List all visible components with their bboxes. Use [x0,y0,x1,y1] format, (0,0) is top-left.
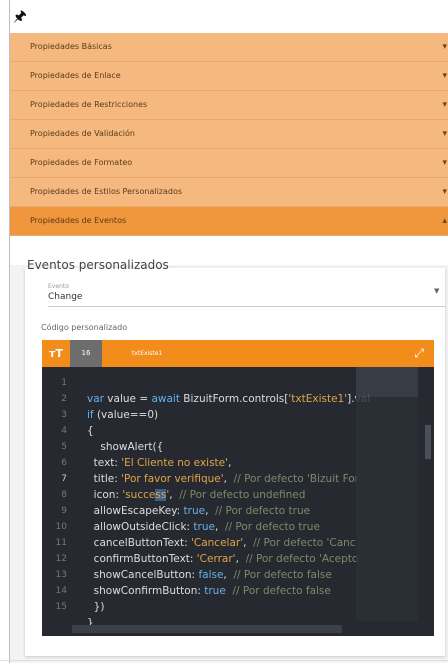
horizontal-scrollbar[interactable] [72,625,342,633]
code-line: 4 showAlert({ [42,407,163,453]
code-text: allowOutsideClick: true, // Por defecto … [87,521,320,533]
code-line: 9 allowOutsideClick: true, // Por defect… [42,487,320,533]
event-field-label: Evento [48,283,69,290]
code-line: 11 confirmButtonText: 'Cerrar', // Por d… [42,519,359,565]
code-text: showAlert({ [87,441,164,453]
chevron-down-icon: ▾ [442,187,447,197]
bottom-divider [0,660,448,661]
expand-icon[interactable]: ⤢ [414,340,424,367]
event-select[interactable]: Change [48,292,82,302]
code-text: allowEscapeKey: true, // Por defecto tru… [87,505,311,517]
chevron-up-icon: ▴ [442,216,447,226]
accordion-label: Propiedades de Estilos Personalizados [30,187,183,196]
code-line: 3 { [42,391,93,437]
code-text: cancelButtonText: 'Cancelar', // Por def… [87,537,356,549]
events-card-title: Eventos personalizados [27,258,169,272]
accordion-label: Propiedades de Formateo [30,158,133,167]
editor-toolbar: ᴛT 16 txtExiste1 ⤢ [42,340,434,367]
dropdown-arrow-icon[interactable]: ▼ [434,287,439,295]
code-text: var value = await BizuitForm.controls['t… [87,393,370,405]
code-minimap[interactable] [356,367,418,621]
code-line: 15 } [42,583,94,629]
accordion-format-properties[interactable]: Propiedades de Formateo ▾ [10,149,448,178]
accordion-event-properties[interactable]: Propiedades de Eventos ▴ [10,207,448,236]
accordion-basic-properties[interactable]: Propiedades Básicas ▾ [10,33,448,62]
accordion-custom-styles-properties[interactable]: Propiedades de Estilos Personalizados ▾ [10,178,448,207]
code-line-current: 7 icon: 'success', // Por defecto undefi… [42,455,305,501]
font-size-selector[interactable]: 16 [70,340,102,367]
property-accordion: Propiedades Básicas ▾ Propiedades de Enl… [10,33,448,236]
chevron-down-icon: ▾ [442,42,447,52]
code-line: 2 if (value==0) [42,375,158,421]
chevron-down-icon: ▾ [442,129,447,139]
code-line: 12 showCancelButton: false, // Por defec… [42,535,332,581]
code-text: icon: 'success', // Por defecto undefine… [87,489,306,501]
vertical-scrollbar[interactable] [420,367,434,636]
code-text: }) [87,601,105,613]
event-select-underline [48,306,446,307]
code-line: 8 allowEscapeKey: true, // Por defecto t… [42,471,310,517]
chevron-down-icon: ▾ [442,158,447,168]
code-line: 10 cancelButtonText: 'Cancelar', // Por … [42,503,356,549]
control-name: txtExiste1 [132,350,163,357]
font-size-icon[interactable]: ᴛT [42,340,70,367]
vertical-scroll-thumb[interactable] [425,425,431,459]
code-line: 14 }) [42,567,105,613]
code-editor[interactable]: 1 var value = await BizuitForm.controls[… [42,367,434,636]
accordion-label: Propiedades de Eventos [30,216,127,225]
line-number: 15 [55,602,67,612]
code-line: 5 text: 'El Cliente no existe', [42,423,231,469]
accordion-label: Propiedades de Enlace [30,71,121,80]
code-text: confirmButtonText: 'Cerrar', // Por defe… [87,553,359,565]
accordion-restriction-properties[interactable]: Propiedades de Restricciones ▾ [10,91,448,120]
pin-icon[interactable]: 🖈 [13,6,27,31]
code-text: { [87,425,94,437]
code-text: if (value==0) [87,409,159,421]
code-line: 6 title: 'Por favor verifique', // Por d… [42,439,359,485]
accordion-label: Propiedades de Restricciones [30,100,148,109]
accordion-validation-properties[interactable]: Propiedades de Validación ▾ [10,120,448,149]
accordion-label: Propiedades de Validación [30,129,135,138]
accordion-binding-properties[interactable]: Propiedades de Enlace ▾ [10,62,448,91]
code-line: 1 var value = await BizuitForm.controls[… [42,367,370,405]
chevron-down-icon: ▾ [442,71,447,81]
code-text: showConfirmButton: true // Por defecto f… [87,585,331,597]
code-text: showCancelButton: false, // Por defecto … [87,569,332,581]
minimap-viewport[interactable] [356,367,418,397]
code-text: title: 'Por favor verifique', // Por def… [87,473,359,485]
custom-code-label: Código personalizado [41,323,128,332]
accordion-label: Propiedades Básicas [30,42,112,51]
chevron-down-icon: ▾ [442,100,447,110]
code-line: 13 showConfirmButton: true // Por defect… [42,551,331,597]
code-text: text: 'El Cliente no existe', [87,457,232,469]
